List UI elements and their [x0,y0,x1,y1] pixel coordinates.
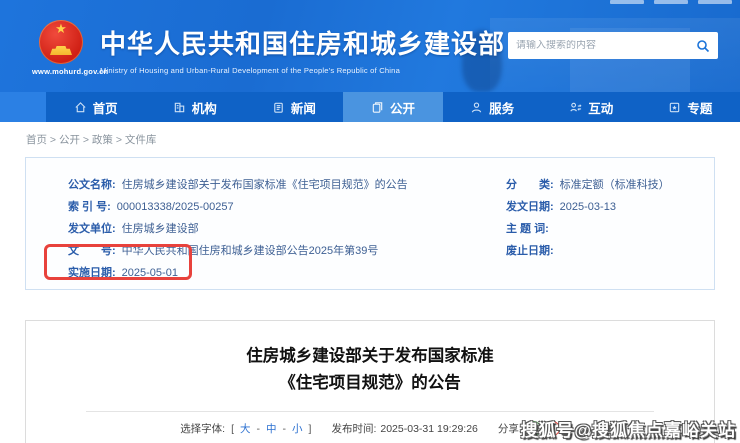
separator: - [257,423,261,435]
main-nav: 首页 机构 新闻 公开 [0,92,740,122]
breadcrumb[interactable]: 首页 > 公开 > 政策 > 文件库 [0,122,740,155]
publish-time-label: 发布时间: [331,421,376,436]
nav-item-news[interactable]: 新闻 [244,92,343,122]
document-title: 住房城乡建设部关于发布国家标准 《住宅项目规范》的公告 [26,343,714,397]
search-input[interactable] [516,40,696,51]
home-icon [74,101,87,114]
share-label: 分享: [498,421,522,436]
info-row-title: 公文名称: 住房城乡建设部关于发布国家标准《住宅项目规范》的公告 [68,174,496,196]
bracket: ] [309,423,312,435]
info-row-category: 分 类: 标准定额（标准科技） [506,174,714,196]
info-value: 中华人民共和国住房和城乡建设部公告2025年第39号 [122,240,379,262]
site-subtitle: Ministry of Housing and Urban-Rural Deve… [100,66,505,75]
info-label: 索 引 号: [68,196,111,218]
separator: - [283,423,287,435]
nav-item-services[interactable]: 服务 [443,92,542,122]
site-brand[interactable]: ★ www.mohurd.gov.cn 中华人民共和国住房和城乡建设部 Mini… [32,18,505,76]
nav-item-label: 公开 [390,98,415,117]
document-info-panel: 公文名称: 住房城乡建设部关于发布国家标准《住宅项目规范》的公告 索 引 号: … [25,157,715,290]
nav-item-interact[interactable]: 互动 [542,92,641,122]
info-value: 住房城乡建设部关于发布国家标准《住宅项目规范》的公告 [122,174,408,196]
nav-item-label: 新闻 [291,98,316,117]
info-row-index-no: 索 引 号: 000013338/2025-00257 [68,196,496,218]
interaction-icon [569,101,582,114]
info-label: 公文名称: [68,174,116,196]
info-value: 住房城乡建设部 [122,218,199,240]
info-row-subject-words: 主 题 词: [506,218,714,240]
document-title-line1: 住房城乡建设部关于发布国家标准 [26,343,714,370]
nav-item-label: 服务 [489,98,514,117]
site-url: www.mohurd.gov.cn [32,67,90,76]
info-value: 2025-05-01 [122,262,178,284]
font-size-medium[interactable]: 中 [266,421,277,436]
info-value: 2025-03-13 [560,196,616,218]
news-icon [272,101,285,114]
info-row-repeal-date: 废止日期: [506,240,714,262]
nav-item-label: 专题 [687,98,712,117]
info-value: 000013338/2025-00257 [117,196,234,218]
info-label: 实施日期: [68,262,116,284]
bracket: [ [231,423,234,435]
site-header: ★ www.mohurd.gov.cn 中华人民共和国住房和城乡建设部 Mini… [0,0,740,92]
search-box[interactable] [508,32,718,59]
font-select-label: 选择字体: [180,421,225,436]
nav-item-label: 首页 [93,98,118,117]
document-title-line2: 《住宅项目规范》的公告 [26,370,714,397]
font-size-small[interactable]: 小 [292,421,303,436]
nav-left-strip [0,92,46,122]
site-title: 中华人民共和国住房和城乡建设部 [100,24,505,61]
nav-item-disclosure[interactable]: 公开 [343,92,442,122]
info-value: 标准定额（标准科技） [560,174,670,196]
nav-item-label: 互动 [588,98,613,117]
title-divider [86,411,654,412]
info-row-effective-date: 实施日期: 2025-05-01 [68,262,496,284]
nav-item-orgs[interactable]: 机构 [145,92,244,122]
info-label: 分 类: [506,174,554,196]
star-badge-icon [668,101,681,114]
publish-time-value: 2025-03-31 19:29:26 [380,423,478,435]
nav-item-topics[interactable]: 专题 [641,92,740,122]
info-label: 文 号: [68,240,116,262]
clipped-utility-text [610,0,732,5]
info-label: 废止日期: [506,240,554,262]
info-row-issue-date: 发文日期: 2025-03-13 [506,196,714,218]
search-icon[interactable] [696,39,710,53]
info-row-doc-number: 文 号: 中华人民共和国住房和城乡建设部公告2025年第39号 [68,240,496,262]
info-label: 主 题 词: [506,218,549,240]
info-label: 发文日期: [506,196,554,218]
building-icon [173,101,186,114]
nav-item-home[interactable]: 首页 [46,92,145,122]
person-icon [470,101,483,114]
watermark-text: 搜狐号@搜狐焦点嘉峪关站 [520,416,736,441]
nav-item-label: 机构 [192,98,217,117]
national-emblem-icon: ★ [39,20,83,64]
font-size-large[interactable]: 大 [240,421,251,436]
info-label: 发文单位: [68,218,116,240]
page: ★ www.mohurd.gov.cn 中华人民共和国住房和城乡建设部 Mini… [0,0,740,443]
documents-icon [371,101,384,114]
info-row-issuing-org: 发文单位: 住房城乡建设部 [68,218,496,240]
